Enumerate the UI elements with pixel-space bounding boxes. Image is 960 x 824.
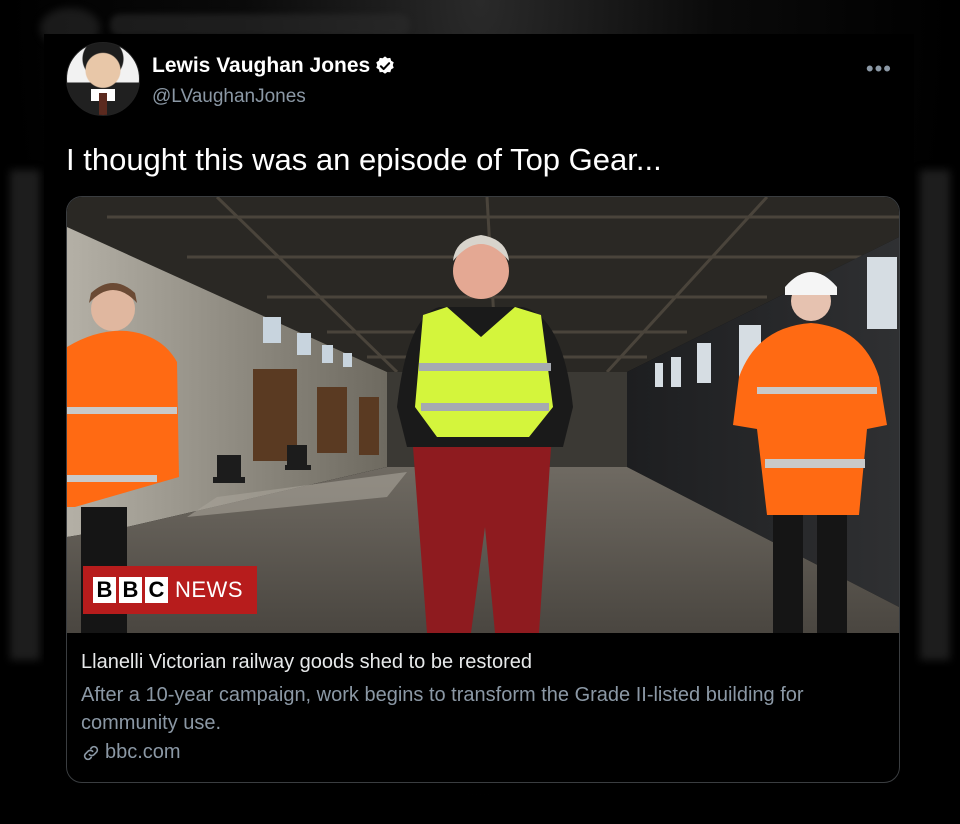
avatar-tie: [99, 93, 107, 115]
more-options-icon[interactable]: •••: [866, 56, 892, 82]
display-name[interactable]: Lewis Vaughan Jones: [152, 54, 370, 78]
bbc-news-badge: B B C NEWS: [83, 566, 257, 614]
bbc-letter: B: [93, 577, 116, 603]
blurred-left-edge: [10, 170, 40, 660]
tweet-text: I thought this was an episode of Top Gea…: [66, 142, 662, 177]
handle[interactable]: @LVaughanJones: [152, 86, 306, 108]
bbc-letter: C: [145, 577, 168, 603]
article-title[interactable]: Llanelli Victorian railway goods shed to…: [81, 651, 532, 674]
bbc-news-word: NEWS: [175, 577, 243, 602]
link-icon: [83, 745, 99, 760]
article-link[interactable]: bbc.com: [81, 741, 181, 764]
article-domain[interactable]: bbc.com: [105, 741, 181, 764]
verified-badge-icon: [376, 56, 394, 74]
avatar[interactable]: [66, 42, 140, 116]
blurred-name-shadow: [110, 14, 410, 36]
name-row: Lewis Vaughan Jones: [152, 54, 396, 78]
bbc-letter: B: [119, 577, 142, 603]
tweet-card[interactable]: Lewis Vaughan Jones @LVaughanJones ••• I…: [44, 34, 914, 794]
tweet-header: Lewis Vaughan Jones @LVaughanJones •••: [66, 42, 892, 122]
card-info[interactable]: Llanelli Victorian railway goods shed to…: [67, 633, 899, 782]
blurred-right-edge: [920, 170, 950, 660]
article-description: After a 10-year campaign, work begins to…: [81, 684, 804, 734]
link-preview-card[interactable]: B B C NEWS Llanelli Victorian railway go…: [66, 196, 900, 783]
